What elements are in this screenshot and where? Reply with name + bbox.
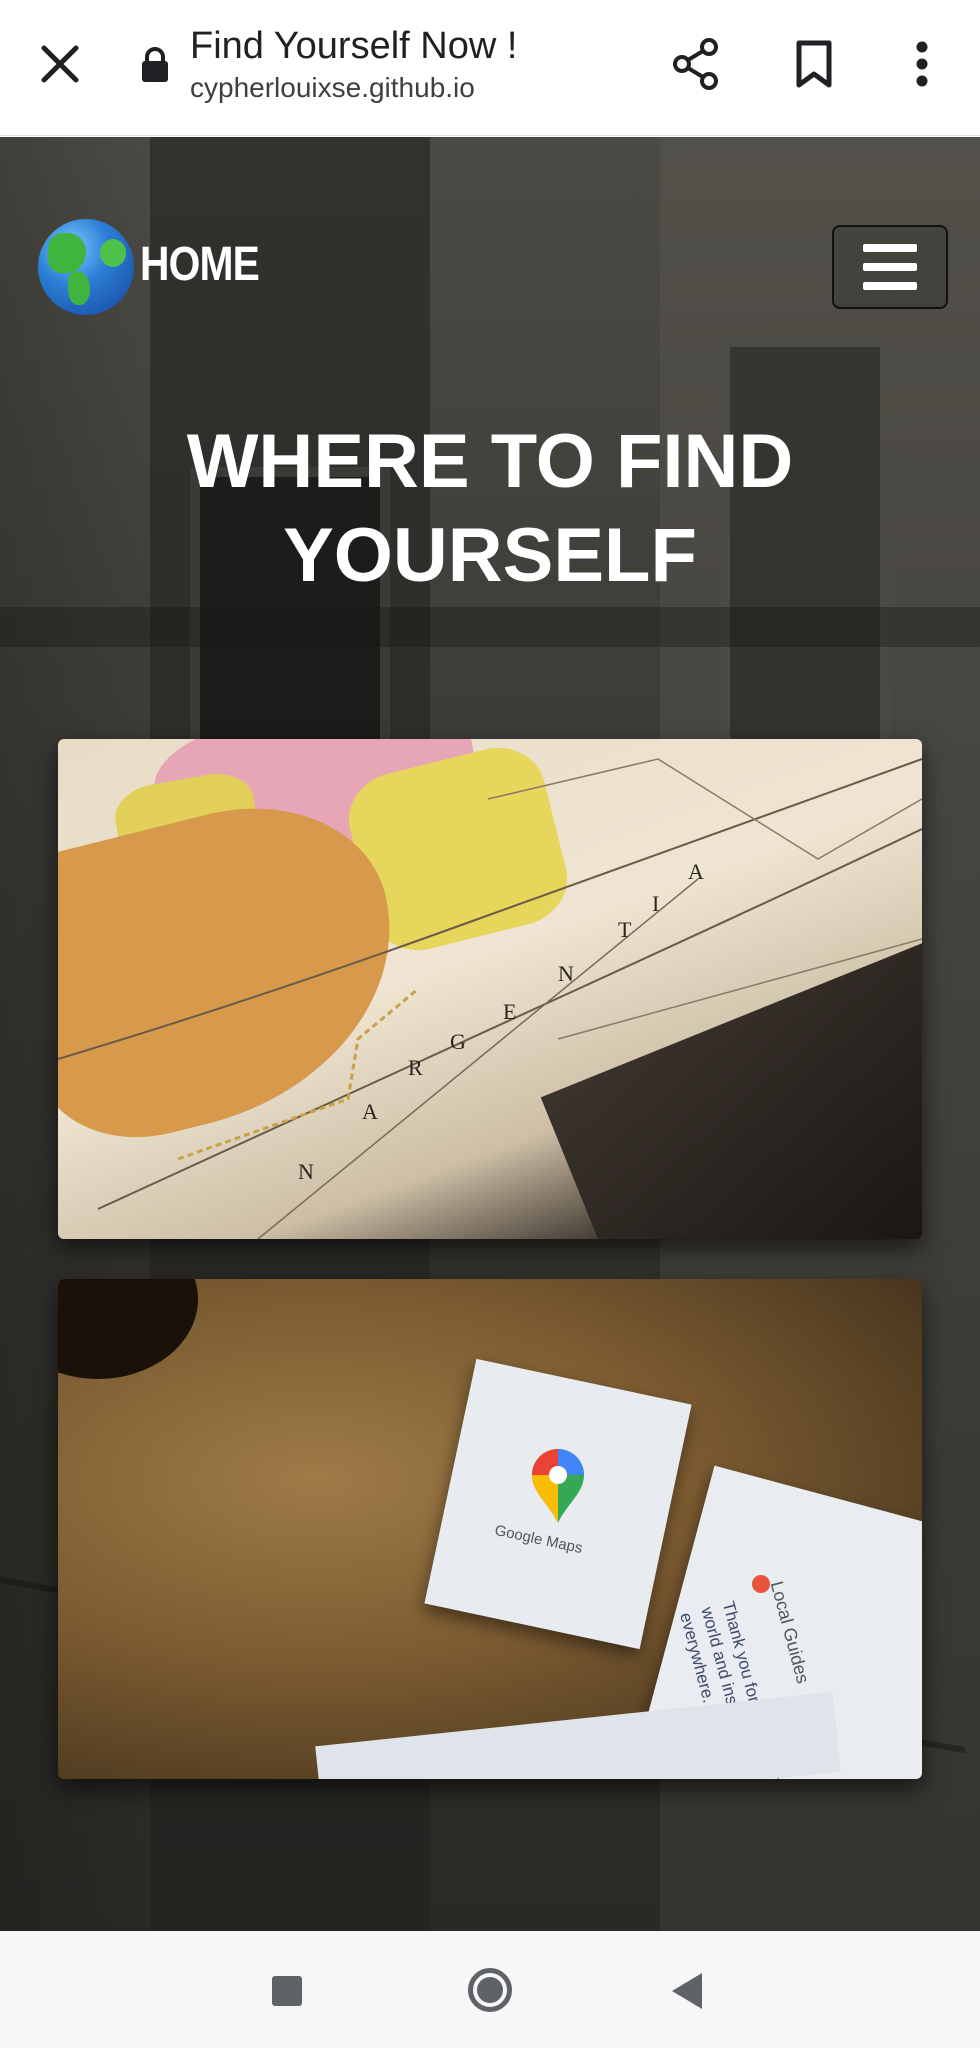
- map-letter: E: [503, 999, 517, 1024]
- hamburger-icon[interactable]: [832, 225, 948, 309]
- back-icon[interactable]: [672, 1973, 702, 2009]
- map-letter: R: [408, 1055, 423, 1080]
- share-icon[interactable]: [664, 32, 728, 96]
- map-letter: I: [652, 891, 660, 916]
- more-vert-icon[interactable]: [892, 32, 952, 96]
- lock-icon: [138, 46, 172, 84]
- background-ledge: [0, 607, 980, 647]
- home-link[interactable]: HOME: [140, 237, 260, 292]
- map-letter: G: [450, 1029, 466, 1054]
- map-letter: T: [618, 917, 632, 942]
- page-title: Find Yourself Now !: [190, 25, 518, 67]
- map-letter: A: [362, 1099, 378, 1124]
- system-nav-bar: [0, 1931, 980, 2048]
- browser-toolbar: Find Yourself Now ! cypherlouixse.github…: [0, 0, 980, 136]
- map-letter: N: [298, 1159, 314, 1184]
- address-area[interactable]: Find Yourself Now ! cypherlouixse.github…: [190, 22, 640, 106]
- google-maps-pin-icon: [528, 1447, 588, 1525]
- site-nav: HOME: [38, 219, 948, 315]
- home-icon[interactable]: [468, 1968, 512, 2012]
- google-maps-pin-image[interactable]: Google Maps Local Guides Thank you for s…: [58, 1279, 922, 1779]
- page-url: cypherlouixse.github.io: [190, 72, 475, 103]
- recent-apps-icon[interactable]: [272, 1976, 302, 2006]
- close-icon[interactable]: [30, 34, 90, 94]
- map-letter: N: [558, 961, 574, 986]
- hero-title: WHERE TO FIND YOURSELF: [186, 419, 794, 598]
- map-letter: A: [688, 859, 704, 884]
- map-image[interactable]: A R G E N T I N A: [58, 739, 922, 1239]
- bookmark-icon[interactable]: [782, 32, 846, 96]
- globe-icon[interactable]: [38, 219, 134, 315]
- page-content: HOME WHERE TO FIND YOURSELF A R G E N T …: [0, 137, 980, 1931]
